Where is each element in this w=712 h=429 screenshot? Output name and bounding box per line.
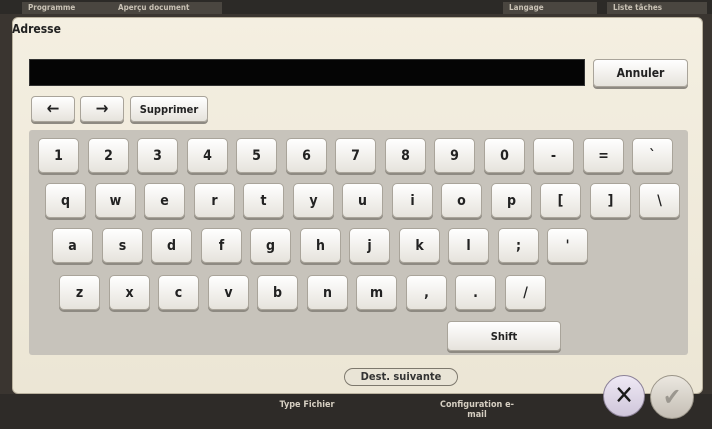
key[interactable]: b — [257, 275, 298, 310]
key[interactable]: - — [533, 138, 574, 173]
key[interactable]: 4 — [187, 138, 228, 173]
key[interactable]: = — [583, 138, 624, 173]
key[interactable]: h — [300, 228, 341, 263]
key[interactable]: q — [45, 183, 86, 218]
key[interactable]: w — [95, 183, 136, 218]
bg-tab-programme: Programme — [22, 2, 114, 14]
checkmark-icon: ✔ — [662, 383, 682, 411]
key[interactable]: k — [399, 228, 440, 263]
ok-button[interactable]: ✔ — [650, 375, 694, 419]
delete-button[interactable]: Supprimer — [130, 96, 208, 122]
key[interactable]: i — [392, 183, 433, 218]
key[interactable]: 5 — [236, 138, 277, 173]
key[interactable]: z — [59, 275, 100, 310]
address-input[interactable] — [29, 59, 585, 86]
key[interactable]: a — [52, 228, 93, 263]
key[interactable]: d — [151, 228, 192, 263]
key[interactable]: o — [441, 183, 482, 218]
bg-tab-langage: Langage — [503, 2, 597, 14]
arrow-left-icon: ← — [46, 99, 60, 119]
key[interactable]: f — [201, 228, 242, 263]
cancel-button[interactable]: Annuler — [593, 59, 688, 87]
key[interactable]: g — [250, 228, 291, 263]
key[interactable]: 8 — [385, 138, 426, 173]
key[interactable]: m — [356, 275, 397, 310]
key[interactable]: j — [349, 228, 390, 263]
key[interactable]: ; — [498, 228, 539, 263]
key[interactable]: 3 — [137, 138, 178, 173]
key[interactable]: x — [109, 275, 150, 310]
cursor-left-button[interactable]: ← — [31, 96, 75, 122]
key[interactable]: n — [307, 275, 348, 310]
bg-tab-apercu: Aperçu document — [112, 2, 222, 14]
key[interactable]: / — [505, 275, 546, 310]
key[interactable]: l — [448, 228, 489, 263]
key[interactable]: 6 — [286, 138, 327, 173]
key[interactable]: v — [208, 275, 249, 310]
key[interactable]: 1 — [38, 138, 79, 173]
key[interactable]: p — [491, 183, 532, 218]
close-button[interactable]: ✕ — [603, 375, 645, 417]
key[interactable]: y — [293, 183, 334, 218]
next-destination-button[interactable]: Dest. suivante — [344, 368, 458, 386]
key[interactable]: 9 — [434, 138, 475, 173]
bg-tab-liste-taches: Liste tâches — [607, 2, 707, 14]
shift-key[interactable]: Shift — [447, 321, 561, 351]
key[interactable]: [ — [540, 183, 581, 218]
key[interactable]: 0 — [484, 138, 525, 173]
key[interactable]: t — [243, 183, 284, 218]
key[interactable]: e — [144, 183, 185, 218]
bg-label-config-email: Configuration e-mail — [440, 400, 514, 420]
cursor-right-button[interactable]: → — [80, 96, 124, 122]
background-top-bar: Programme Aperçu document Langage Liste … — [0, 0, 712, 14]
key[interactable]: c — [158, 275, 199, 310]
key[interactable]: ` — [632, 138, 673, 173]
dialog-title: Adresse — [12, 22, 61, 36]
key[interactable]: r — [194, 183, 235, 218]
close-icon: ✕ — [614, 381, 634, 411]
key[interactable]: 2 — [88, 138, 129, 173]
key[interactable]: ' — [547, 228, 588, 263]
key[interactable]: s — [102, 228, 143, 263]
key[interactable]: u — [342, 183, 383, 218]
key[interactable]: ] — [590, 183, 631, 218]
bg-label-type-fichier: Type Fichier — [279, 400, 335, 410]
key[interactable]: 7 — [335, 138, 376, 173]
arrow-right-icon: → — [95, 99, 109, 119]
key[interactable]: . — [455, 275, 496, 310]
key[interactable]: , — [406, 275, 447, 310]
key[interactable]: \ — [639, 183, 680, 218]
